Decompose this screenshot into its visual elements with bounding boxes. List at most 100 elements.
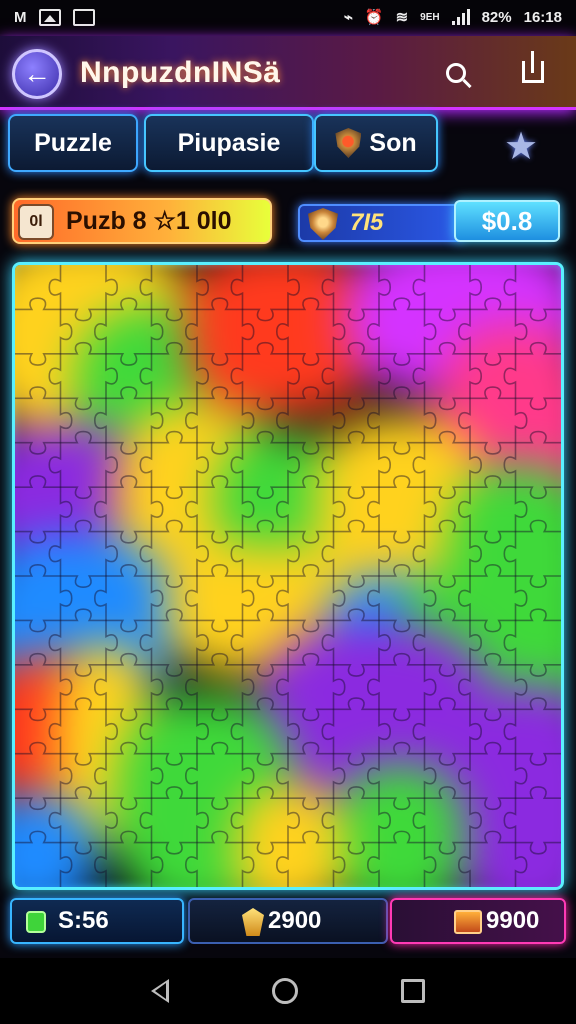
puzzle-edge [378, 709, 392, 754]
puzzle-edge [242, 430, 288, 444]
puzzle-edge [379, 441, 425, 455]
puzzle-edge [379, 652, 425, 666]
puzzle-edge [184, 842, 198, 887]
puzzle-edge [150, 842, 164, 887]
puzzle-edge [514, 487, 528, 532]
puzzle-edge [139, 798, 153, 843]
puzzle-edge [378, 798, 392, 843]
puzzle-edge [93, 398, 107, 443]
puzzle-edge [59, 398, 73, 443]
puzzle-edge [93, 664, 107, 710]
puzzle-edge [197, 530, 243, 544]
share-button[interactable] [522, 51, 544, 90]
puzzle-edge [60, 608, 106, 622]
puzzle-edge [275, 664, 289, 710]
puzzle-edge [184, 576, 198, 621]
nav-home-icon[interactable] [271, 978, 298, 1004]
puzzle-edge [379, 386, 425, 400]
puzzle-edge [469, 442, 483, 488]
puzzle-edge [15, 353, 61, 366]
puzzle-edge [457, 487, 471, 532]
puzzle-edge [197, 741, 243, 755]
puzzle-edge [105, 798, 119, 843]
puzzle-edge [184, 664, 198, 710]
puzzle-edge [105, 442, 119, 488]
puzzle-edge [196, 442, 210, 488]
timer-icon [26, 911, 46, 933]
puzzle-edge [333, 519, 379, 533]
favorite-star-icon[interactable]: ★ [504, 124, 538, 169]
puzzle-edge [412, 265, 426, 310]
puzzle-edge [321, 265, 335, 310]
price-button[interactable]: $0.8 [454, 200, 560, 242]
puzzle-edge [150, 664, 164, 710]
puzzle-edge [333, 608, 379, 622]
puzzle-edge [151, 519, 197, 533]
puzzle-edge [288, 297, 334, 311]
chest-stat[interactable]: 9900 [390, 898, 566, 944]
puzzle-edge [503, 620, 517, 665]
puzzle-info-label: Puzb 8 ☆1 0l0 [66, 207, 232, 235]
puzzle-edge [412, 353, 426, 399]
puzzle-edge [423, 309, 437, 354]
puzzle-edge [424, 608, 470, 622]
puzzle-edge [197, 797, 243, 811]
puzzle-edge [184, 398, 198, 443]
puzzle-edge [514, 842, 528, 887]
puzzle-edge [287, 531, 301, 576]
puzzle-edge [105, 709, 119, 754]
puzzle-edge [515, 397, 561, 411]
tab-label: Son [369, 128, 417, 157]
puzzle-edge [470, 708, 516, 722]
puzzle-edge [288, 475, 334, 488]
puzzle-edge [424, 841, 470, 855]
puzzle-edge [332, 753, 346, 799]
puzzle-edge [287, 442, 301, 488]
puzzle-info-pill[interactable]: 0l Puzb 8 ☆1 0l0 [12, 198, 272, 244]
wifi-icon: ≋ [395, 9, 409, 26]
search-button[interactable] [446, 58, 466, 90]
puzzle-edge [151, 575, 197, 589]
puzzle-board[interactable] [12, 262, 564, 890]
puzzle-edge [59, 309, 73, 354]
puzzle-edge [424, 397, 470, 411]
puzzle-edge [242, 786, 288, 799]
puzzle-edge [457, 398, 471, 443]
book-icon: 0l [18, 204, 54, 240]
puzzle-edge [242, 697, 288, 711]
chest-value: 9900 [486, 907, 540, 934]
puzzle-edge [379, 830, 425, 844]
puzzle-edge [424, 786, 470, 799]
tab-son[interactable]: Son [314, 114, 438, 172]
tab-puzzle[interactable]: Puzzle [8, 114, 138, 172]
puzzle-edge [93, 842, 107, 887]
puzzle-edge [275, 398, 289, 443]
puzzle-edge [379, 563, 425, 577]
nav-recents-icon[interactable] [400, 979, 425, 1003]
puzzle-edge [275, 576, 289, 621]
tab-piupasie[interactable]: Piupasie [144, 114, 314, 172]
puzzle-edge [15, 741, 61, 755]
nav-back-icon[interactable] [151, 979, 170, 1003]
puzzle-edge [139, 442, 153, 488]
puzzle-edge [106, 353, 152, 366]
puzzle-edge [470, 741, 516, 755]
puzzle-edge [60, 486, 106, 500]
puzzle-edge [424, 519, 470, 533]
puzzle-edge [378, 353, 392, 399]
puzzle-edge [287, 709, 301, 754]
back-button[interactable]: ← [12, 49, 62, 99]
puzzle-edge [424, 664, 470, 677]
puzzle-edge [457, 753, 471, 799]
puzzle-edge [197, 708, 243, 722]
puzzle-edge [151, 841, 197, 855]
puzzle-edge [106, 708, 152, 722]
puzzle-edge [515, 308, 561, 322]
puzzle-edge [139, 353, 153, 399]
puzzle-edge [230, 265, 244, 310]
puzzle-edge [412, 531, 426, 576]
puzzle-edge [379, 797, 425, 811]
puzzle-edge [230, 442, 244, 488]
puzzle-edge [59, 842, 73, 887]
stats-bar: S:56 2900 9900 [10, 898, 566, 946]
